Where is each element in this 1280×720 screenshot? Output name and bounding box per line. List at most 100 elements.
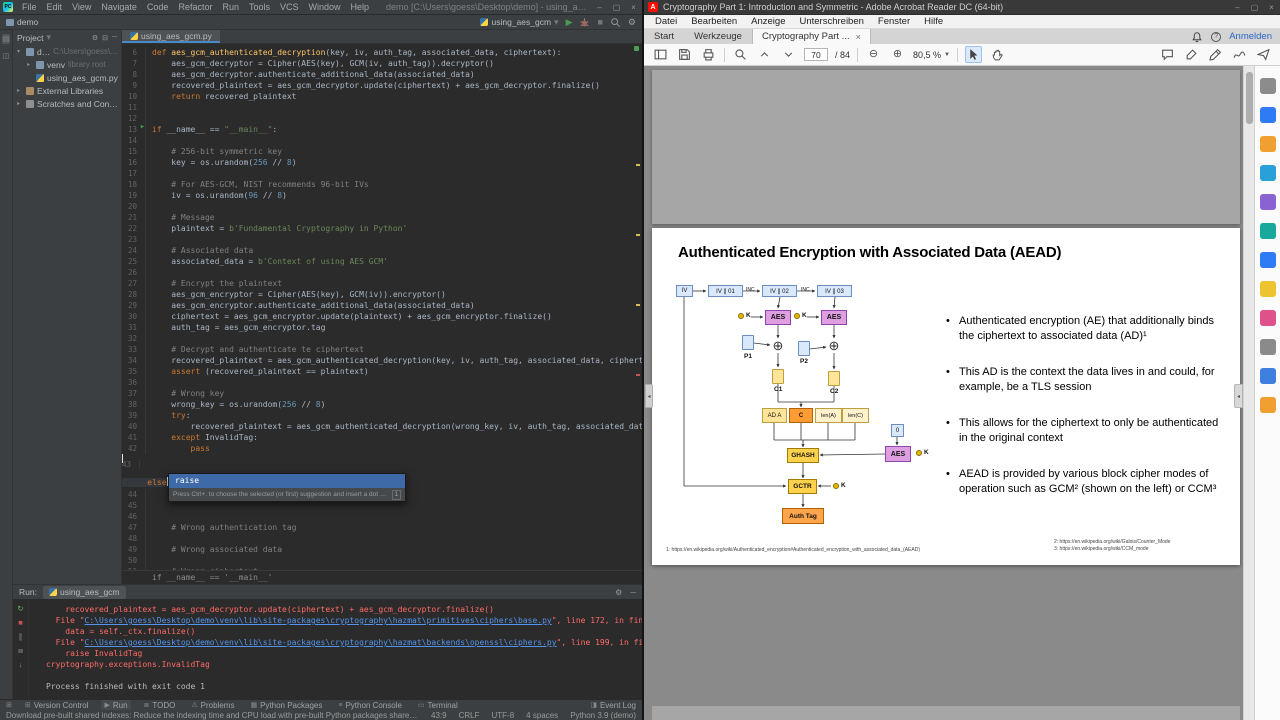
menu-item-file[interactable]: File	[17, 2, 42, 12]
pause-output-button[interactable]: ∥	[19, 632, 23, 641]
sign-tool-button[interactable]	[1231, 46, 1248, 63]
stripe-commit-icon[interactable]: ◫	[3, 52, 10, 60]
select-tool-button[interactable]	[965, 46, 982, 63]
run-button[interactable]: ▶	[566, 17, 573, 28]
project-panel-title[interactable]: Project	[17, 33, 43, 43]
tree-item-demo[interactable]: ▾ demoC:\Users\goess\Desktop\demo	[13, 45, 121, 58]
tab-document[interactable]: Cryptography Part ... ×	[751, 29, 871, 44]
status-segment[interactable]: UTF-8	[491, 711, 514, 720]
search-everywhere-icon[interactable]	[610, 17, 621, 28]
tab-werkzeuge[interactable]: Werkzeuge	[684, 29, 752, 44]
menu-item-run[interactable]: Run	[217, 2, 244, 12]
tools-panel-icon[interactable]	[1259, 165, 1276, 181]
save-button[interactable]	[676, 46, 693, 63]
hide-panel-icon[interactable]: ─	[112, 34, 117, 42]
event-log-button[interactable]: Event Log	[600, 701, 636, 710]
print-button[interactable]	[700, 46, 717, 63]
status-message[interactable]: Download pre-built shared indexes: Reduc…	[6, 711, 419, 720]
chevron-down-icon[interactable]: ▾	[46, 32, 51, 43]
maximize-button[interactable]: ▢	[1246, 3, 1263, 12]
pen-tool-button[interactable]	[1207, 46, 1224, 63]
minimize-button[interactable]: –	[1229, 3, 1246, 12]
scrollbar-thumb[interactable]	[1246, 72, 1253, 124]
menu-item-refactor[interactable]: Refactor	[173, 2, 217, 12]
tree-item-scratches-and-consoles[interactable]: ▸ Scratches and Consoles	[13, 97, 121, 110]
tools-panel-icon[interactable]	[1259, 310, 1276, 326]
scroll-to-end-button[interactable]: ↓	[19, 660, 23, 669]
console-file-link[interactable]: C:\Users\goess\Desktop\demo\venv\lib\sit…	[85, 638, 557, 647]
tools-panel-icon[interactable]	[1259, 252, 1276, 268]
stripe-project-icon[interactable]: ▤	[1, 34, 11, 44]
stop-button[interactable]: ■	[18, 618, 23, 627]
menu-item-window[interactable]: Window	[304, 2, 346, 12]
status-segment[interactable]: 4 spaces	[526, 711, 558, 720]
tools-panel-icon[interactable]	[1259, 194, 1276, 210]
zoom-out-button[interactable]: ⊖	[865, 46, 882, 63]
menu-item-datei[interactable]: Datei	[648, 16, 684, 27]
find-button[interactable]	[732, 46, 749, 63]
run-settings-gear-icon[interactable]: ⚙	[615, 588, 622, 597]
tools-panel-icon[interactable]	[1259, 281, 1276, 297]
code-editor[interactable]: 6 def aes_gcm_authenticated_decryption(ke…	[122, 44, 642, 570]
help-icon[interactable]: ?	[1211, 31, 1222, 42]
tools-panel-icon[interactable]	[1259, 78, 1276, 94]
tree-item-venv[interactable]: ▸ venv library root	[13, 58, 121, 71]
sign-in-button[interactable]: Anmelden	[1229, 31, 1272, 42]
breadcrumb[interactable]: if __name__ == '__main__'	[122, 570, 642, 584]
settings-gear-icon[interactable]: ⚙	[628, 17, 636, 28]
toggle-sidepane-button[interactable]	[652, 46, 669, 63]
toolwindow-button-python-console[interactable]: ≡ Python Console	[335, 700, 405, 710]
menu-item-code[interactable]: Code	[142, 2, 174, 12]
menu-item-navigate[interactable]: Navigate	[96, 2, 142, 12]
zoom-in-button[interactable]: ⊕	[889, 46, 906, 63]
toolwindow-button-python-packages[interactable]: ▦ Python Packages	[247, 700, 325, 710]
run-tab[interactable]: using_aes_gcm	[42, 585, 126, 599]
toolwindow-button-todo[interactable]: ≣ TODO	[141, 700, 179, 710]
menu-item-view[interactable]: View	[67, 2, 96, 12]
page-number-input[interactable]: 70	[804, 48, 828, 61]
menu-item-bearbeiten[interactable]: Bearbeiten	[684, 16, 744, 27]
zoom-level-select[interactable]: 80,5 % ▼	[913, 50, 950, 60]
close-button[interactable]: ×	[625, 3, 642, 12]
menu-item-anzeige[interactable]: Anzeige	[744, 16, 792, 27]
menu-item-edit[interactable]: Edit	[42, 2, 68, 12]
toolwindow-button-version-control[interactable]: ⊞ Version Control	[22, 700, 92, 710]
hand-tool-button[interactable]	[989, 46, 1006, 63]
close-button[interactable]: ×	[1263, 3, 1280, 12]
toolwindow-button-terminal[interactable]: ▭ Terminal	[415, 700, 461, 710]
previous-page-button[interactable]	[756, 46, 773, 63]
run-line-icon[interactable]: ▶	[141, 124, 144, 131]
menu-item-unterschreiben[interactable]: Unterschreiben	[792, 16, 870, 27]
nav-pane-toggle[interactable]: ◂	[645, 384, 653, 408]
tools-panel-icon[interactable]	[1259, 223, 1276, 239]
next-page-button[interactable]	[780, 46, 797, 63]
run-console[interactable]: recovered_plaintext = aes_gcm_decryptor.…	[29, 600, 642, 699]
completion-item-raise[interactable]: raise	[169, 474, 405, 488]
status-segment[interactable]: CRLF	[459, 711, 480, 720]
scrollbar[interactable]	[1243, 66, 1254, 720]
share-button[interactable]	[1255, 46, 1272, 63]
tree-item-using-aes-gcm-py[interactable]: using_aes_gcm.py	[13, 71, 121, 84]
status-segment[interactable]: 43:9	[431, 711, 447, 720]
tab-start[interactable]: Start	[644, 29, 684, 44]
menu-item-vcs[interactable]: VCS	[275, 2, 304, 12]
comment-tool-button[interactable]	[1159, 46, 1176, 63]
console-file-link[interactable]: C:\Users\goess\Desktop\demo\venv\lib\sit…	[85, 616, 552, 625]
rerun-button[interactable]: ↻	[17, 604, 23, 613]
tools-panel-icon[interactable]	[1259, 397, 1276, 413]
soft-wrap-button[interactable]: ≣	[17, 646, 23, 655]
toolwindow-button-problems[interactable]: ⚠ Problems	[188, 700, 237, 710]
menu-item-hilfe[interactable]: Hilfe	[917, 16, 950, 27]
tool-window-switcher-icon[interactable]: ⊞	[6, 701, 12, 709]
editor-tab-using-aes-gcm[interactable]: using_aes_gcm.py	[122, 30, 220, 43]
highlight-tool-button[interactable]	[1183, 46, 1200, 63]
minimize-button[interactable]: –	[591, 3, 608, 12]
menu-item-help[interactable]: Help	[346, 2, 375, 12]
panel-settings-icon[interactable]: ⚙	[92, 34, 98, 42]
tools-panel-icon[interactable]	[1259, 368, 1276, 384]
tools-panel-icon[interactable]	[1259, 107, 1276, 123]
collapse-all-icon[interactable]: ⊟	[102, 34, 108, 42]
status-segment[interactable]: Python 3.9 (demo)	[570, 711, 636, 720]
tools-panel-icon[interactable]	[1259, 339, 1276, 355]
tree-item-external-libraries[interactable]: ▸ External Libraries	[13, 84, 121, 97]
